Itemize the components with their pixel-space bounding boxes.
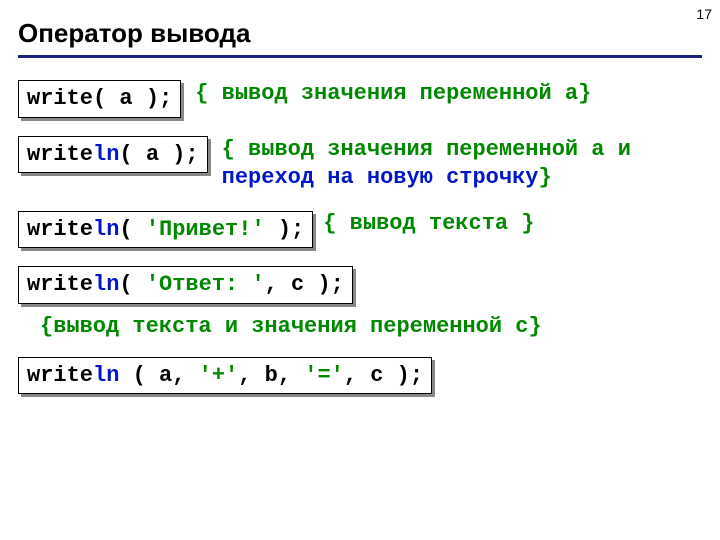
description-1: { вывод значения переменной a}	[195, 80, 702, 109]
example-row-5: writeln ( a, '+', b, '=', c );	[18, 357, 702, 395]
code-ln: ln	[93, 363, 119, 388]
code-paren: (	[119, 272, 145, 297]
code-box-2: writeln( a );	[18, 136, 208, 174]
code-box-5: writeln ( a, '+', b, '=', c );	[18, 357, 432, 395]
code-ln: ln	[93, 142, 119, 167]
code-mid: ( a,	[119, 363, 198, 388]
comment-blue: переход на новую строчку	[222, 165, 539, 190]
description-2: { вывод значения переменной a и переход …	[222, 136, 702, 193]
description-3: { вывод текста }	[323, 211, 534, 236]
code-tail: , c );	[265, 272, 344, 297]
code-keyword: write	[27, 272, 93, 297]
code-tail: , c );	[344, 363, 423, 388]
code-tail: ( a );	[119, 142, 198, 167]
code-literal: '+'	[199, 363, 239, 388]
slide: 17 Оператор вывода write( a ); { вывод з…	[0, 0, 720, 540]
example-row-4: writeln( 'Ответ: ', c );	[18, 266, 702, 304]
code-keyword: write	[27, 363, 93, 388]
code-keyword: write	[27, 86, 93, 111]
comment-open: {	[195, 81, 221, 106]
comment-close: }	[578, 81, 591, 106]
code-box-1: write( a );	[18, 80, 181, 118]
code-ln: ln	[93, 217, 119, 242]
title-rule	[18, 55, 702, 58]
code-literal: 'Привет!'	[146, 217, 265, 242]
comment-body: вывод значения переменной a	[222, 81, 578, 106]
page-number: 17	[696, 6, 712, 22]
example-row-2: writeln( a ); { вывод значения переменно…	[18, 136, 702, 193]
example-row-1: write( a ); { вывод значения переменной …	[18, 80, 702, 118]
code-box-4: writeln( 'Ответ: ', c );	[18, 266, 353, 304]
code-paren: (	[119, 217, 145, 242]
comment-close: }	[539, 165, 552, 190]
code-literal: 'Ответ: '	[146, 272, 265, 297]
code-keyword: write	[27, 217, 93, 242]
code-box-3: writeln( 'Привет!' );	[18, 211, 313, 249]
code-paren-close: );	[265, 217, 305, 242]
comment-open: {	[222, 137, 248, 162]
code-tail: ( a );	[93, 86, 172, 111]
slide-title: Оператор вывода	[18, 18, 702, 49]
code-keyword: write	[27, 142, 93, 167]
example-row-3: writeln( 'Привет!' ); { вывод текста }	[18, 211, 702, 249]
comment-body: вывод значения переменной a и	[248, 137, 631, 162]
description-4: {вывод текста и значения переменной c}	[40, 314, 702, 339]
code-literal: '='	[304, 363, 344, 388]
code-mid: , b,	[238, 363, 304, 388]
code-ln: ln	[93, 272, 119, 297]
